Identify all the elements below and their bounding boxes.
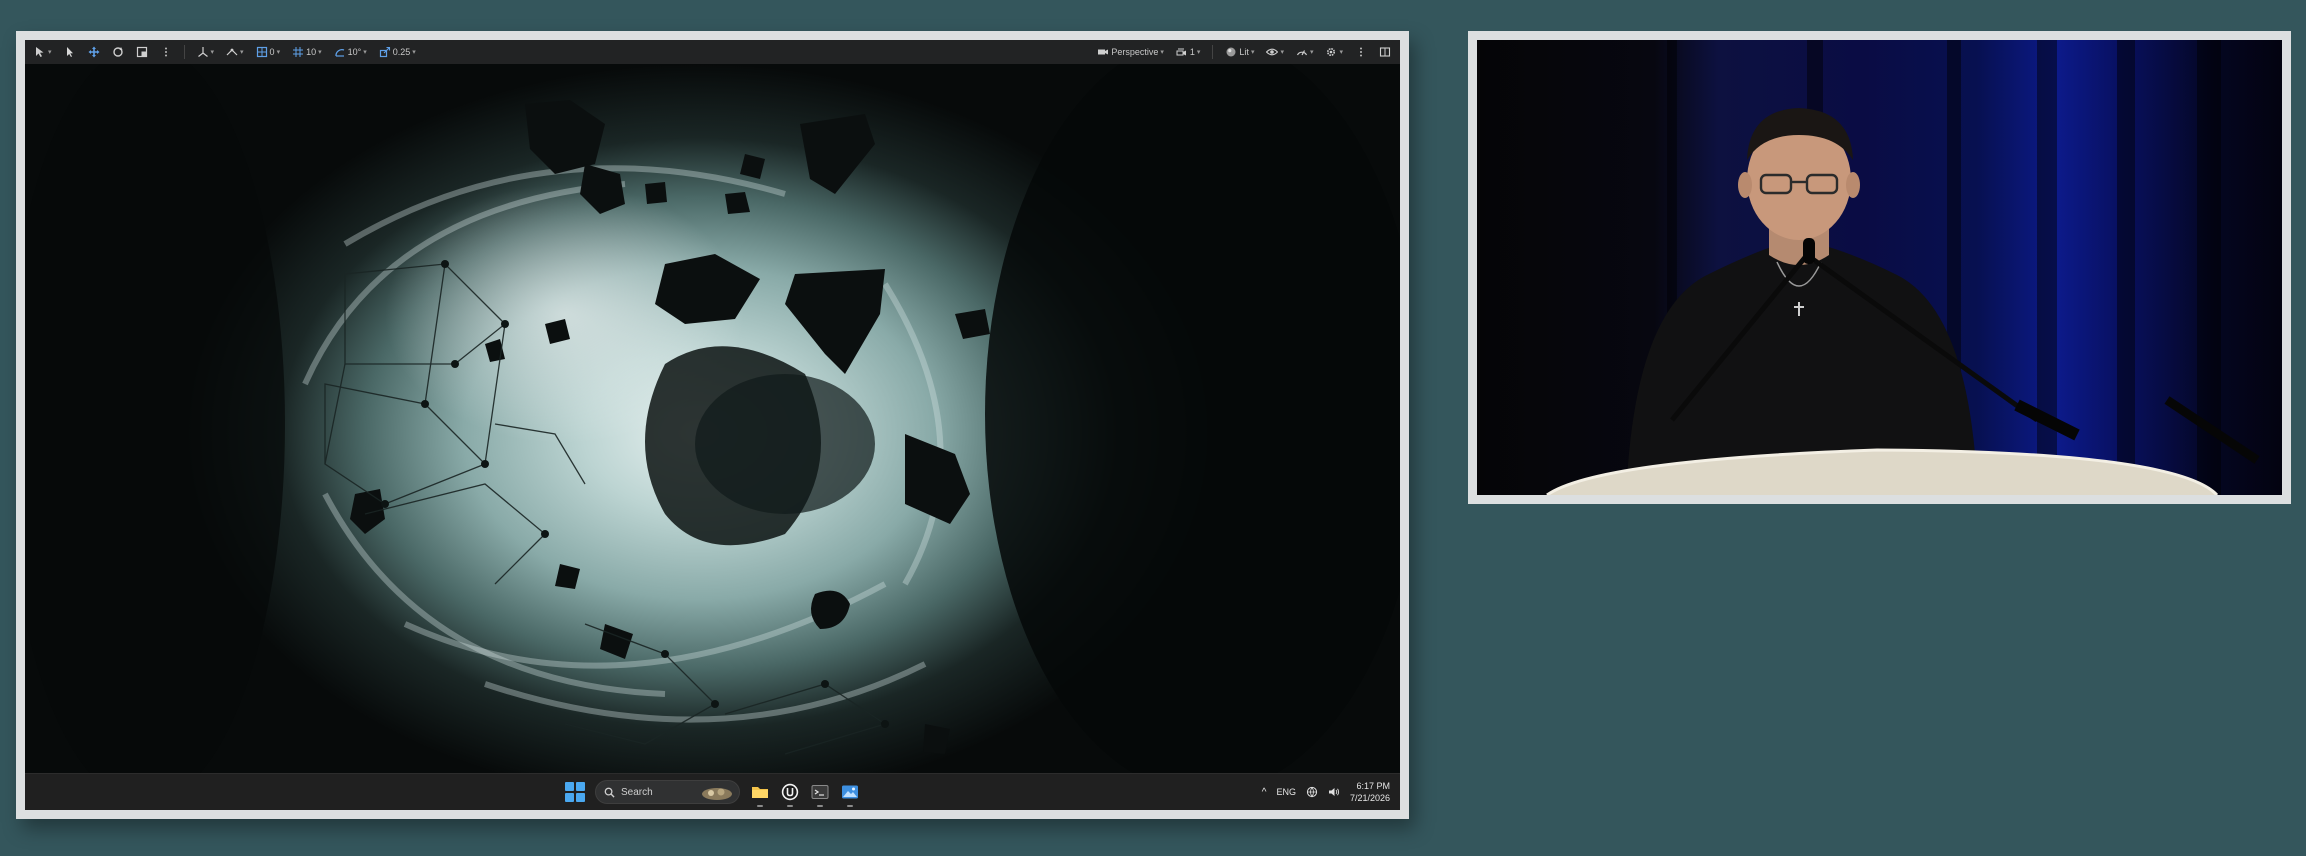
taskbar-pinned-apps: Search xyxy=(565,780,860,807)
chevron-down-icon: ▾ xyxy=(363,49,367,56)
toolbar-divider xyxy=(1212,45,1214,59)
volume-icon[interactable] xyxy=(1328,786,1340,798)
select-mode-icon xyxy=(36,47,44,57)
view-mode-button[interactable]: Lit ▾ xyxy=(1222,43,1257,61)
running-indicator xyxy=(817,805,823,807)
camera-speed-button[interactable]: 1 ▾ xyxy=(1173,43,1204,61)
chevron-down-icon: ▾ xyxy=(1196,49,1201,56)
taskbar-search-box[interactable]: Search xyxy=(595,780,740,804)
scale-snap-button[interactable]: 0.25 ▾ xyxy=(376,43,419,61)
scale-snap-value: 0.25 xyxy=(392,47,411,57)
clock-date: 7/21/2026 xyxy=(1349,793,1390,803)
unreal-logo-icon xyxy=(781,783,799,801)
select-mode-button[interactable]: ▾ xyxy=(31,43,55,61)
surface-snap-icon xyxy=(226,48,238,56)
photos-icon xyxy=(842,785,858,799)
gear-icon xyxy=(1327,47,1336,57)
camera-speed-icon xyxy=(1176,48,1186,56)
chevron-down-icon: ▾ xyxy=(210,49,215,56)
clock-time: 6:17 PM xyxy=(1356,781,1390,791)
terminal-taskbar-button[interactable] xyxy=(810,782,830,807)
view-mode-label: Lit xyxy=(1239,47,1249,57)
network-icon[interactable] xyxy=(1306,786,1318,798)
screen-share-frame: ▾ ▾ ▾ 0 ▾ 10 ▾ 10° ▾ 0.25 ▾ Perspective … xyxy=(16,31,1409,819)
unreal-engine-taskbar-button[interactable] xyxy=(780,782,800,807)
chevron-down-icon: ▾ xyxy=(1309,49,1314,56)
viewport-mode-label: Perspective xyxy=(1111,47,1159,57)
move-icon xyxy=(88,46,100,58)
file-explorer-taskbar-button[interactable] xyxy=(750,782,770,807)
grid-size-value: 10 xyxy=(306,47,317,57)
cursor-icon xyxy=(66,47,73,57)
camera-speed-value: 1 xyxy=(1189,47,1195,57)
layout-icon xyxy=(1379,47,1391,57)
taskbar-clock[interactable]: 6:17 PM 7/21/2026 xyxy=(1350,780,1390,804)
speaker-at-podium-image xyxy=(1546,40,2260,495)
grid-snap-button[interactable]: 0 ▾ xyxy=(253,43,284,61)
scale-tool-button[interactable] xyxy=(133,43,151,61)
grid-snap-value: 0 xyxy=(269,47,275,57)
more-tools-button[interactable] xyxy=(157,43,175,61)
viewport-settings-button[interactable]: ▾ xyxy=(1322,43,1346,61)
grid-size-icon xyxy=(293,47,304,57)
select-tool-button[interactable] xyxy=(61,43,79,61)
vertical-ellipsis-icon xyxy=(164,47,167,57)
chevron-down-icon: ▾ xyxy=(1339,49,1343,56)
terminal-icon xyxy=(811,785,829,799)
grid-snap-icon xyxy=(256,46,267,58)
chevron-down-icon: ▾ xyxy=(318,49,322,56)
toolbar-left-group: ▾ ▾ ▾ 0 ▾ 10 ▾ 10° ▾ 0.25 ▾ xyxy=(25,43,425,61)
language-indicator[interactable]: ENG xyxy=(1276,787,1296,797)
performance-button[interactable]: ▾ xyxy=(1293,43,1317,61)
windows-start-icon[interactable] xyxy=(565,782,585,802)
rotation-snap-value: 10° xyxy=(347,47,362,57)
chevron-down-icon: ▾ xyxy=(240,49,244,56)
scale-icon xyxy=(136,46,147,58)
coordinate-system-button[interactable]: ▾ xyxy=(194,43,218,61)
photos-taskbar-button[interactable] xyxy=(840,782,860,807)
viewport-options-button[interactable] xyxy=(1352,43,1370,61)
search-highlight-illustration xyxy=(702,788,732,800)
speaker-camera-feed xyxy=(1477,40,2282,495)
show-flags-button[interactable]: ▾ xyxy=(1263,43,1287,61)
rotation-snap-icon xyxy=(334,49,344,57)
rotation-snap-button[interactable]: 10° ▾ xyxy=(331,43,370,61)
chevron-down-icon: ▾ xyxy=(48,49,52,56)
editor-viewport[interactable] xyxy=(25,64,1400,774)
chevron-down-icon: ▾ xyxy=(276,49,281,56)
show-hidden-icons-chevron-icon[interactable]: ^ xyxy=(1262,787,1267,798)
camera-icon xyxy=(1098,49,1109,55)
toolbar-divider xyxy=(183,45,185,59)
rotate-icon xyxy=(112,47,123,57)
debris-vortex-render xyxy=(25,64,1400,774)
toolbar-right-group: Perspective ▾ 1 ▾ Lit ▾ ▾ ▾ ▾ xyxy=(1088,43,1400,61)
chevron-down-icon: ▾ xyxy=(1250,49,1255,56)
system-tray: ^ ENG 6:17 PM 7/21/2026 xyxy=(1262,774,1390,810)
running-indicator xyxy=(757,805,763,807)
search-icon xyxy=(604,787,615,798)
lit-sphere-icon xyxy=(1226,47,1236,57)
scale-snap-icon xyxy=(379,46,390,58)
chevron-down-icon: ▾ xyxy=(1160,49,1164,56)
surface-snapping-button[interactable]: ▾ xyxy=(223,43,247,61)
screen-share: ▾ ▾ ▾ 0 ▾ 10 ▾ 10° ▾ 0.25 ▾ Perspective … xyxy=(25,40,1400,810)
chevron-down-icon: ▾ xyxy=(1280,49,1284,56)
translate-tool-button[interactable] xyxy=(85,43,103,61)
viewport-type-button[interactable]: Perspective ▾ xyxy=(1094,43,1167,61)
windows-taskbar: Search ^ ENG 6:17 PM 7/21/2026 xyxy=(25,773,1400,810)
editor-viewport-toolbar: ▾ ▾ ▾ 0 ▾ 10 ▾ 10° ▾ 0.25 ▾ Perspective … xyxy=(25,40,1400,65)
rotate-tool-button[interactable] xyxy=(109,43,127,61)
chevron-down-icon: ▾ xyxy=(412,49,416,56)
viewport-layout-button[interactable] xyxy=(1376,43,1394,61)
grid-size-button[interactable]: 10 ▾ xyxy=(289,43,325,61)
running-indicator xyxy=(787,805,793,807)
search-placeholder: Search xyxy=(621,786,653,798)
speaker-camera-frame xyxy=(1468,31,2291,504)
gauge-icon xyxy=(1296,50,1308,56)
world-axes-icon xyxy=(197,47,208,57)
eye-icon xyxy=(1266,48,1279,56)
running-indicator xyxy=(847,805,853,807)
folder-icon xyxy=(752,787,768,798)
vertical-ellipsis-icon xyxy=(1360,47,1362,57)
